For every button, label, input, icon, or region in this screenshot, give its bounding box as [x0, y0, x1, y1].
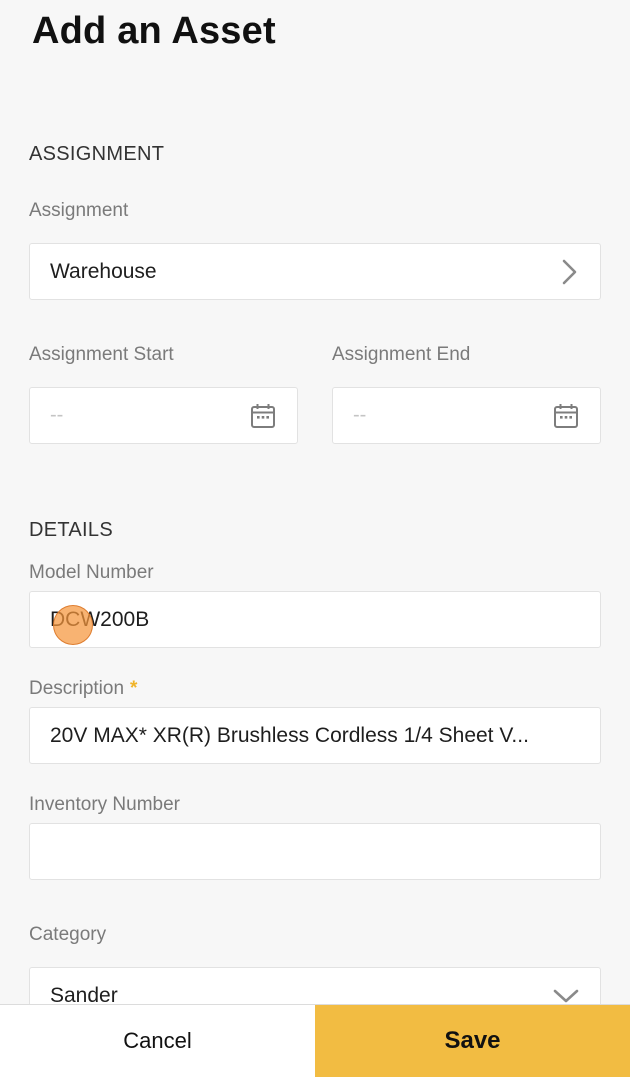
description-value: 20V MAX* XR(R) Brushless Cordless 1/4 Sh… — [50, 723, 529, 747]
description-label: Description * — [29, 678, 137, 700]
assignment-section-heading: ASSIGNMENT — [29, 143, 165, 165]
bottom-action-bar: Cancel Save — [0, 1004, 630, 1077]
calendar-icon[interactable] — [552, 402, 580, 430]
assignment-selector[interactable]: Warehouse — [29, 243, 601, 300]
chevron-down-icon — [552, 986, 580, 1005]
assignment-end-placeholder: -- — [353, 404, 367, 426]
save-button[interactable]: Save — [315, 1005, 630, 1077]
description-field[interactable]: 20V MAX* XR(R) Brushless Cordless 1/4 Sh… — [29, 707, 601, 764]
assignment-start-placeholder: -- — [50, 404, 64, 426]
model-number-label: Model Number — [29, 562, 154, 583]
description-label-text: Description — [29, 678, 125, 699]
inventory-number-input[interactable] — [50, 839, 580, 864]
assignment-end-label: Assignment End — [332, 344, 471, 365]
assignment-start-field[interactable]: -- — [29, 387, 298, 444]
cancel-button[interactable]: Cancel — [0, 1005, 315, 1077]
inventory-number-field[interactable] — [29, 823, 601, 880]
model-number-field[interactable] — [29, 591, 601, 648]
assignment-value: Warehouse — [50, 259, 157, 283]
required-indicator: * — [130, 678, 138, 699]
inventory-number-label: Inventory Number — [29, 794, 181, 815]
assignment-start-label: Assignment Start — [29, 344, 174, 365]
chevron-right-icon — [560, 258, 580, 286]
category-select[interactable]: Sander — [29, 967, 601, 1004]
details-section-heading: DETAILS — [29, 519, 113, 541]
model-number-input[interactable] — [50, 607, 580, 632]
category-value: Sander — [50, 983, 118, 1005]
category-clip: Sander — [0, 966, 630, 1004]
assignment-label: Assignment — [29, 200, 129, 221]
assignment-end-field[interactable]: -- — [332, 387, 601, 444]
category-label: Category — [29, 924, 107, 945]
calendar-icon[interactable] — [249, 402, 277, 430]
page-title: Add an Asset — [32, 10, 276, 52]
